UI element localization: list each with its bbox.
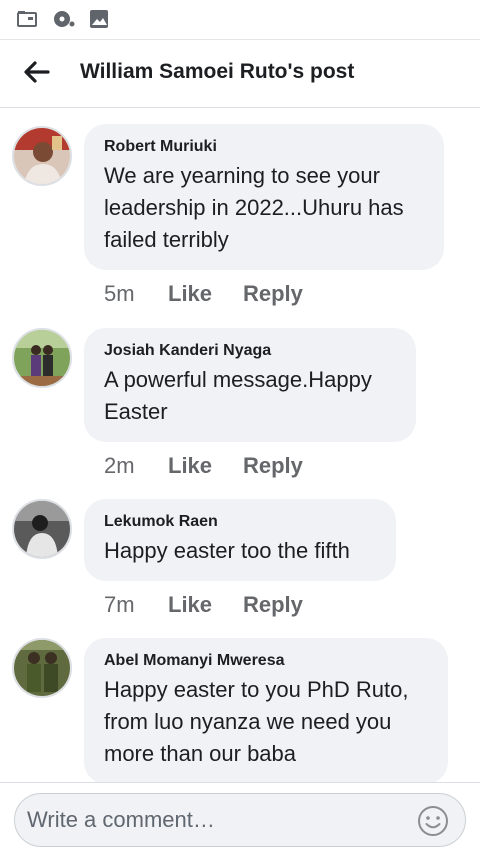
comment-time: 5m [104,281,135,306]
comment-actions: 2m Like Reply [104,453,303,479]
folder-icon [16,8,38,30]
like-button[interactable]: Like [168,592,243,618]
avatar[interactable] [12,499,72,559]
comment-composer[interactable] [14,793,466,847]
back-button[interactable] [18,56,54,92]
comment-text: Happy easter to you PhD Ruto, from luo n… [104,677,409,766]
arrow-left-icon [22,60,50,89]
disc-notification-icon [52,8,75,30]
comment-author[interactable]: Lekumok Raen [104,512,376,532]
comment-bubble: Lekumok Raen Happy easter too the fifth [84,499,396,581]
comment-author[interactable]: Robert Muriuki [104,137,424,157]
comment-composer-bar [0,782,480,854]
avatar[interactable] [12,638,72,698]
comment-actions: 5m Like Reply [104,281,303,307]
comment-actions: 7m Like Reply [104,592,303,618]
comment-text: Happy easter too the fifth [104,538,350,563]
comment-time: 2m [104,453,135,478]
status-bar [0,0,480,40]
reply-button[interactable]: Reply [243,281,303,307]
comment-author[interactable]: Abel Momanyi Mweresa [104,651,428,671]
post-header: William Samoei Ruto's post [0,42,480,108]
reply-button[interactable]: Reply [243,592,303,618]
comment-text: We are yearning to see your leadership i… [104,163,404,252]
comment-author[interactable]: Josiah Kanderi Nyaga [104,341,396,361]
reply-button[interactable]: Reply [243,453,303,479]
like-button[interactable]: Like [168,281,243,307]
comment-list: Robert Muriuki We are yearning to see yo… [0,109,480,785]
smiley-icon[interactable] [417,805,449,837]
comment-text: A powerful message.Happy Easter [104,367,372,424]
avatar[interactable] [12,126,72,186]
comment-bubble: Josiah Kanderi Nyaga A powerful message.… [84,328,416,442]
image-icon [88,8,110,30]
page-title: William Samoei Ruto's post [80,60,355,83]
avatar[interactable] [12,328,72,388]
comment-bubble: Abel Momanyi Mweresa Happy easter to you… [84,638,448,784]
comment-bubble: Robert Muriuki We are yearning to see yo… [84,124,444,270]
comment-time: 7m [104,592,135,617]
comment-input[interactable] [27,794,407,846]
like-button[interactable]: Like [168,453,243,479]
